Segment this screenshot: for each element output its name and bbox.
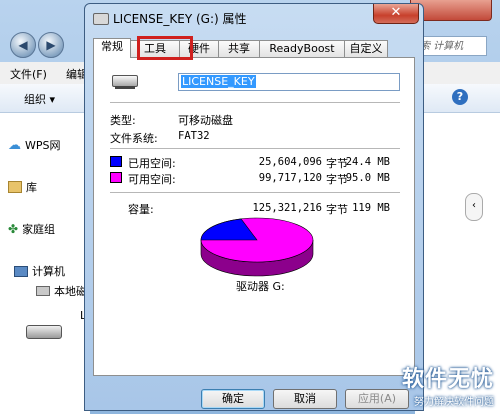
removable-drive-icon [26, 325, 62, 339]
nav-item-computer[interactable]: 计算机 [14, 263, 65, 279]
cancel-button[interactable]: 取消 [273, 389, 337, 409]
tab-sharing[interactable]: 共享 [218, 40, 260, 57]
capacity-size: 119 MB [352, 202, 390, 214]
capacity-unit: 字节 [326, 203, 348, 216]
divider [110, 192, 400, 193]
navigation-pane: ☁ WPS网 库 ✤ 家庭组 计算机 本地磁 L [0, 113, 90, 414]
apply-button[interactable]: 应用(A) [345, 389, 409, 409]
close-button[interactable]: ✕ [373, 4, 419, 24]
back-arrow-icon[interactable]: ◀ [10, 32, 36, 58]
local-disk-icon [36, 286, 50, 296]
tab-readyboost[interactable]: ReadyBoost [259, 40, 345, 57]
used-space-label: 已用空间: [128, 157, 176, 170]
cloud-icon: ☁ [8, 137, 21, 153]
disk-usage-pie-chart [200, 217, 314, 277]
capacity-bytes: 125,321,216 [252, 202, 322, 214]
free-space-swatch [110, 172, 122, 183]
tab-general[interactable]: 常规 [93, 38, 131, 58]
filesystem-value: FAT32 [178, 130, 210, 142]
nav-item-wps[interactable]: ☁ WPS网 [8, 137, 61, 153]
divider [110, 102, 400, 103]
forward-arrow-icon[interactable]: ▶ [38, 32, 64, 58]
watermark: 软件无忧 努力解决软件问题 [402, 361, 494, 408]
properties-dialog: LICENSE_KEY (G:) 属性 ✕ 常规 工具 硬件 共享 ReadyB… [84, 3, 424, 411]
organize-button[interactable]: 组织 ▾ [24, 91, 55, 107]
computer-icon [14, 265, 28, 277]
filesystem-label: 文件系统: [110, 132, 158, 145]
nav-item-local-disk[interactable]: 本地磁 [36, 283, 87, 299]
help-icon[interactable]: ? [452, 89, 468, 105]
tools-tab-highlight-box [137, 36, 193, 60]
free-space-unit: 字节 [326, 173, 348, 186]
divider [110, 148, 400, 149]
type-label: 类型: [110, 114, 136, 127]
used-space-size: 24.4 MB [345, 156, 390, 168]
free-space-bytes: 99,717,120 [258, 172, 322, 184]
nav-item-library[interactable]: 库 [8, 179, 37, 195]
tab-customize[interactable]: 自定义 [344, 40, 388, 57]
watermark-subtitle: 努力解决软件问题 [414, 397, 494, 408]
type-value: 可移动磁盘 [178, 114, 233, 127]
dialog-title: LICENSE_KEY (G:) 属性 [113, 12, 247, 26]
removable-disk-icon [112, 75, 138, 89]
drive-title-icon [93, 13, 109, 25]
capacity-label: 容量: [128, 203, 154, 216]
used-space-unit: 字节 [326, 157, 348, 170]
watermark-title: 软件无忧 [401, 367, 494, 392]
menu-file[interactable]: 文件(F) [10, 66, 47, 82]
free-space-label: 可用空间: [128, 173, 176, 186]
nav-item-homegroup[interactable]: ✤ 家庭组 [8, 221, 55, 237]
general-tab-panel: LICENSE_KEY 类型: 可移动磁盘 文件系统: FAT32 已用空间: … [93, 57, 415, 376]
ok-button[interactable]: 确定 [201, 389, 265, 409]
volume-name-text: LICENSE_KEY [181, 75, 256, 88]
volume-name-input[interactable]: LICENSE_KEY [178, 73, 400, 91]
used-space-bytes: 25,604,096 [258, 156, 322, 168]
library-icon [8, 181, 22, 193]
free-space-size: 95.0 MB [345, 172, 390, 184]
homegroup-icon: ✤ [8, 222, 19, 236]
scroll-left-arrow-icon[interactable]: ‹ [465, 193, 483, 221]
used-space-swatch [110, 156, 122, 167]
drive-letter-label: 驱动器 G: [236, 280, 285, 293]
